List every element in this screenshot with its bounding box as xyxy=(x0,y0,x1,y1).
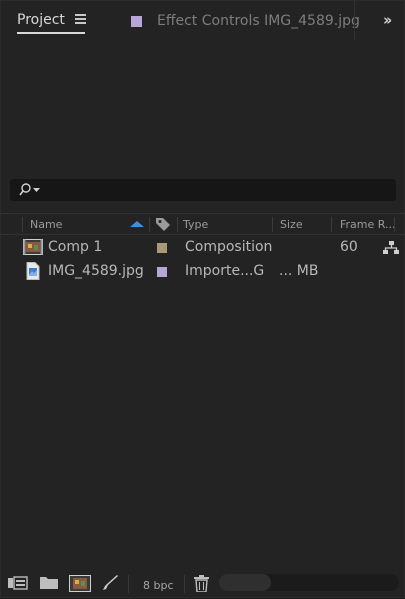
tab-project[interactable]: Project xyxy=(13,1,86,41)
project-footer-toolbar: 8 bpc xyxy=(1,569,405,599)
column-separator xyxy=(177,217,178,232)
column-separator xyxy=(22,217,23,232)
sort-ascending-icon[interactable] xyxy=(130,221,144,227)
project-panel: Project Effect Controls IMG_4589.jpg ›› … xyxy=(0,0,405,598)
tab-effect-controls[interactable]: Effect Controls IMG_4589.jpg xyxy=(131,1,360,41)
column-separator xyxy=(272,217,273,232)
image-file-icon xyxy=(26,262,40,280)
column-size[interactable]: Size xyxy=(280,218,303,231)
chevron-down-icon[interactable] xyxy=(33,188,40,193)
flowchart-icon[interactable] xyxy=(383,241,399,255)
column-frame-rate[interactable]: Frame R... xyxy=(340,218,396,231)
new-folder-icon[interactable] xyxy=(40,575,58,590)
horizontal-scrollbar[interactable] xyxy=(219,574,399,591)
bit-depth-button[interactable]: 8 bpc xyxy=(143,579,174,592)
column-separator xyxy=(394,217,395,232)
item-type: Importe...G xyxy=(185,263,265,279)
tab-project-label: Project xyxy=(17,12,65,28)
item-frame-rate: 60 xyxy=(340,239,358,255)
brush-icon[interactable] xyxy=(102,575,120,591)
table-row[interactable]: Comp 1 Composition 60 xyxy=(1,236,405,260)
column-header: Name Type Size Frame R... xyxy=(1,213,405,235)
search-icon xyxy=(19,183,31,196)
toolbar-separator xyxy=(128,575,129,593)
panel-menu-icon[interactable] xyxy=(75,14,86,24)
composition-icon xyxy=(23,239,43,255)
item-size: ... MB xyxy=(279,263,319,279)
tab-divider xyxy=(354,1,355,41)
label-color-chip[interactable] xyxy=(157,267,167,277)
toolbar-separator xyxy=(184,575,185,593)
column-separator xyxy=(331,217,332,232)
item-name: IMG_4589.jpg xyxy=(48,263,144,279)
new-composition-icon[interactable] xyxy=(69,575,91,592)
column-type[interactable]: Type xyxy=(183,218,208,231)
item-type: Composition xyxy=(185,239,273,255)
tab-overflow-icon[interactable]: ›› xyxy=(383,11,393,29)
active-tab-underline xyxy=(17,32,85,34)
item-name: Comp 1 xyxy=(48,239,103,255)
table-row[interactable]: IMG_4589.jpg Importe...G ... MB xyxy=(1,260,405,284)
search-input[interactable] xyxy=(10,179,396,201)
column-separator xyxy=(149,217,150,232)
label-tag-icon[interactable] xyxy=(155,217,173,232)
trash-icon[interactable] xyxy=(194,575,209,592)
label-color-chip[interactable] xyxy=(157,243,167,253)
scrollbar-thumb[interactable] xyxy=(219,574,271,591)
tab-bar: Project Effect Controls IMG_4589.jpg ›› xyxy=(1,1,405,41)
label-color-swatch xyxy=(131,15,142,27)
column-name[interactable]: Name xyxy=(30,218,62,231)
tab-effect-controls-label: Effect Controls IMG_4589.jpg xyxy=(157,13,360,29)
interpret-footage-icon[interactable] xyxy=(8,575,28,591)
